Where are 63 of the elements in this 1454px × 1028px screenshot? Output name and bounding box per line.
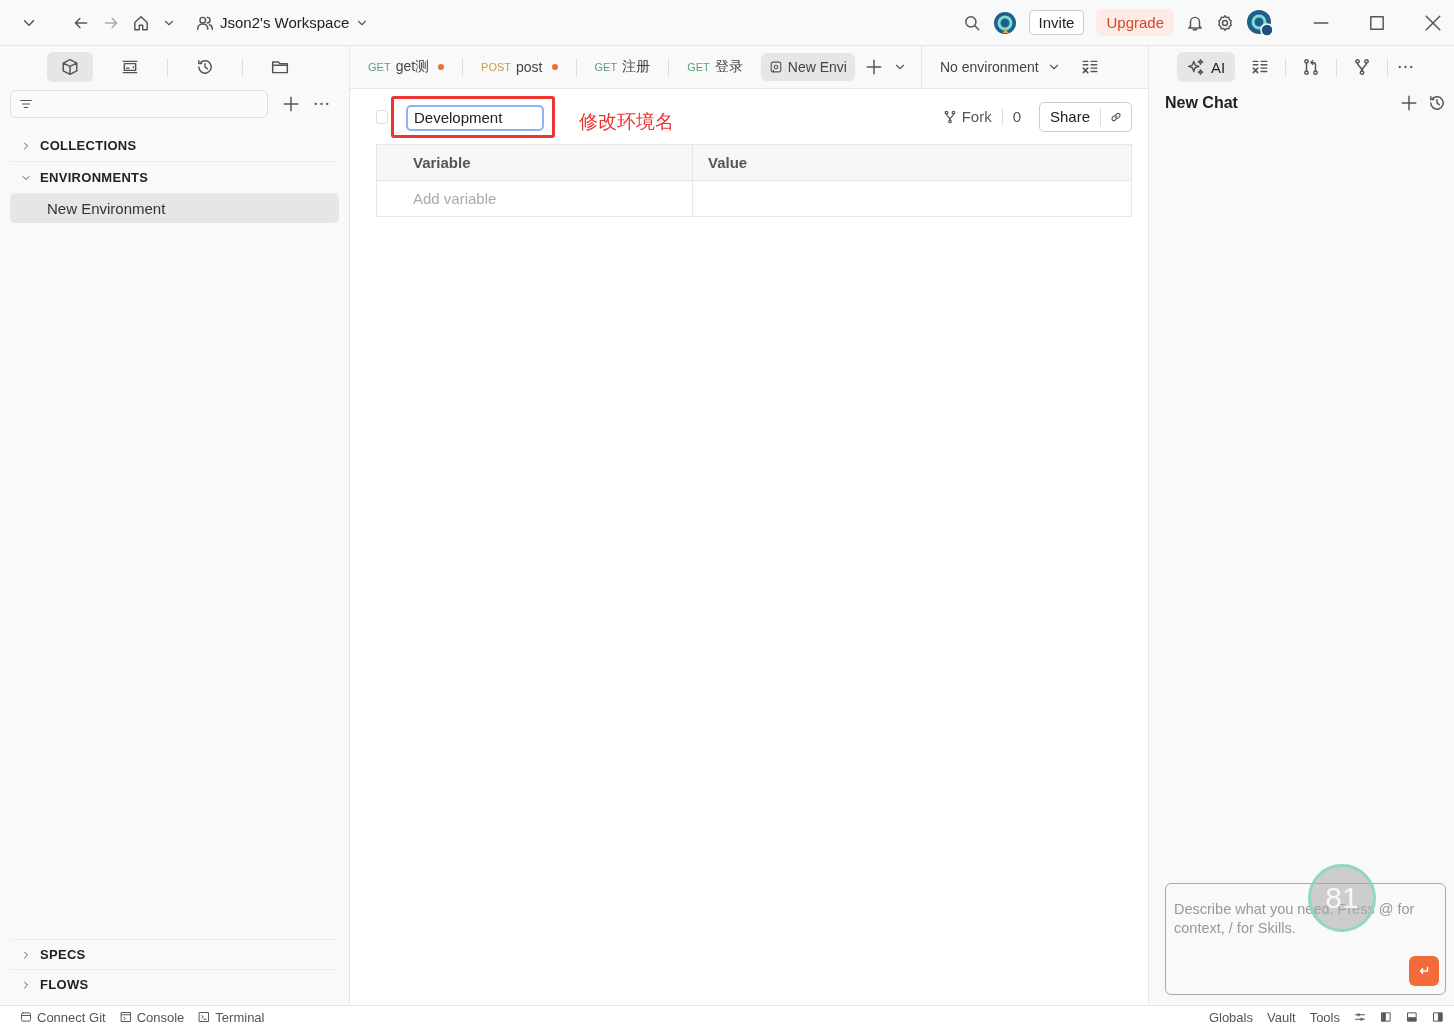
filter-icon [19,97,33,111]
variables-icon [1251,58,1270,76]
fork-icon [942,109,957,124]
status-bar-item[interactable]: Terminal [198,1009,265,1025]
invite-button[interactable]: Invite [1028,10,1085,35]
plus-icon[interactable] [1400,94,1418,112]
request-tab[interactable]: POST post [473,53,566,81]
git-icon [20,1011,32,1023]
fork-count: 0 [1012,108,1021,125]
environment-icon [768,60,783,74]
history-icon[interactable] [1428,94,1446,112]
workspace-switcher[interactable]: Json2's Workspace [196,13,370,32]
settings-icon[interactable] [1216,13,1234,32]
plus-icon[interactable] [864,58,883,76]
logo-icon[interactable] [992,10,1017,35]
chat-title: New Chat [1165,94,1239,112]
column-header: Variable [412,153,472,173]
column-header: Value [692,145,1131,180]
send-button[interactable] [1409,956,1439,986]
request-tab[interactable]: GET get测 [360,52,453,82]
environment-name-field[interactable]: Development [406,104,544,131]
status-bar-item[interactable]: Tools [1309,1009,1340,1025]
annotation-text: 修改环境名 [579,109,674,134]
maximize-icon[interactable] [1368,13,1386,32]
plus-icon[interactable] [282,95,300,113]
monitor-icon [120,58,139,76]
folder-icon [270,58,289,76]
variables-icon[interactable] [1080,58,1099,76]
status-bar-item[interactable]: Console [119,1009,185,1025]
fork-button[interactable]: Fork [942,108,1003,125]
terminal-icon [198,1011,211,1023]
upgrade-button[interactable]: Upgrade [1096,9,1174,36]
more-icon [1398,65,1414,69]
cube-icon [60,58,79,76]
search-icon[interactable] [962,13,981,32]
bottom-panel-icon[interactable] [1406,1011,1418,1023]
checkbox[interactable] [376,109,388,124]
cube-tab[interactable] [46,52,93,82]
avatar-icon[interactable] [1246,8,1274,37]
console-icon [119,1011,132,1023]
sparkle-icon [1187,58,1205,76]
left-panel-icon[interactable] [1380,1011,1392,1023]
request-tab[interactable]: GET 注册 [586,52,659,82]
environment-dropdown[interactable]: No environment [920,46,1071,88]
status-bar-item[interactable]: Globals [1208,1009,1253,1025]
environment-item[interactable]: New Environment [10,194,339,223]
more-icon[interactable] [314,102,329,106]
section-header[interactable]: SPECS [10,939,339,969]
filter-field[interactable] [10,90,268,118]
section-header[interactable]: FLOWS [10,969,339,999]
close-icon[interactable] [1424,13,1442,32]
right-panel-icon[interactable] [1432,1011,1444,1023]
fork-icon [1353,58,1372,76]
request-tab[interactable]: New Envi [760,53,855,81]
status-bar-item[interactable]: Vault [1266,1009,1296,1025]
home-icon[interactable] [132,13,150,32]
sliders-icon[interactable] [1354,1011,1366,1023]
request-tab[interactable]: GET 登录 [679,52,751,82]
history-icon [195,58,214,76]
status-bar-item[interactable]: Connect Git [20,1009,106,1025]
section-header[interactable]: COLLECTIONS [10,130,339,162]
ai-tab[interactable]: AI [1177,52,1236,82]
pull-request-icon [1302,58,1321,76]
